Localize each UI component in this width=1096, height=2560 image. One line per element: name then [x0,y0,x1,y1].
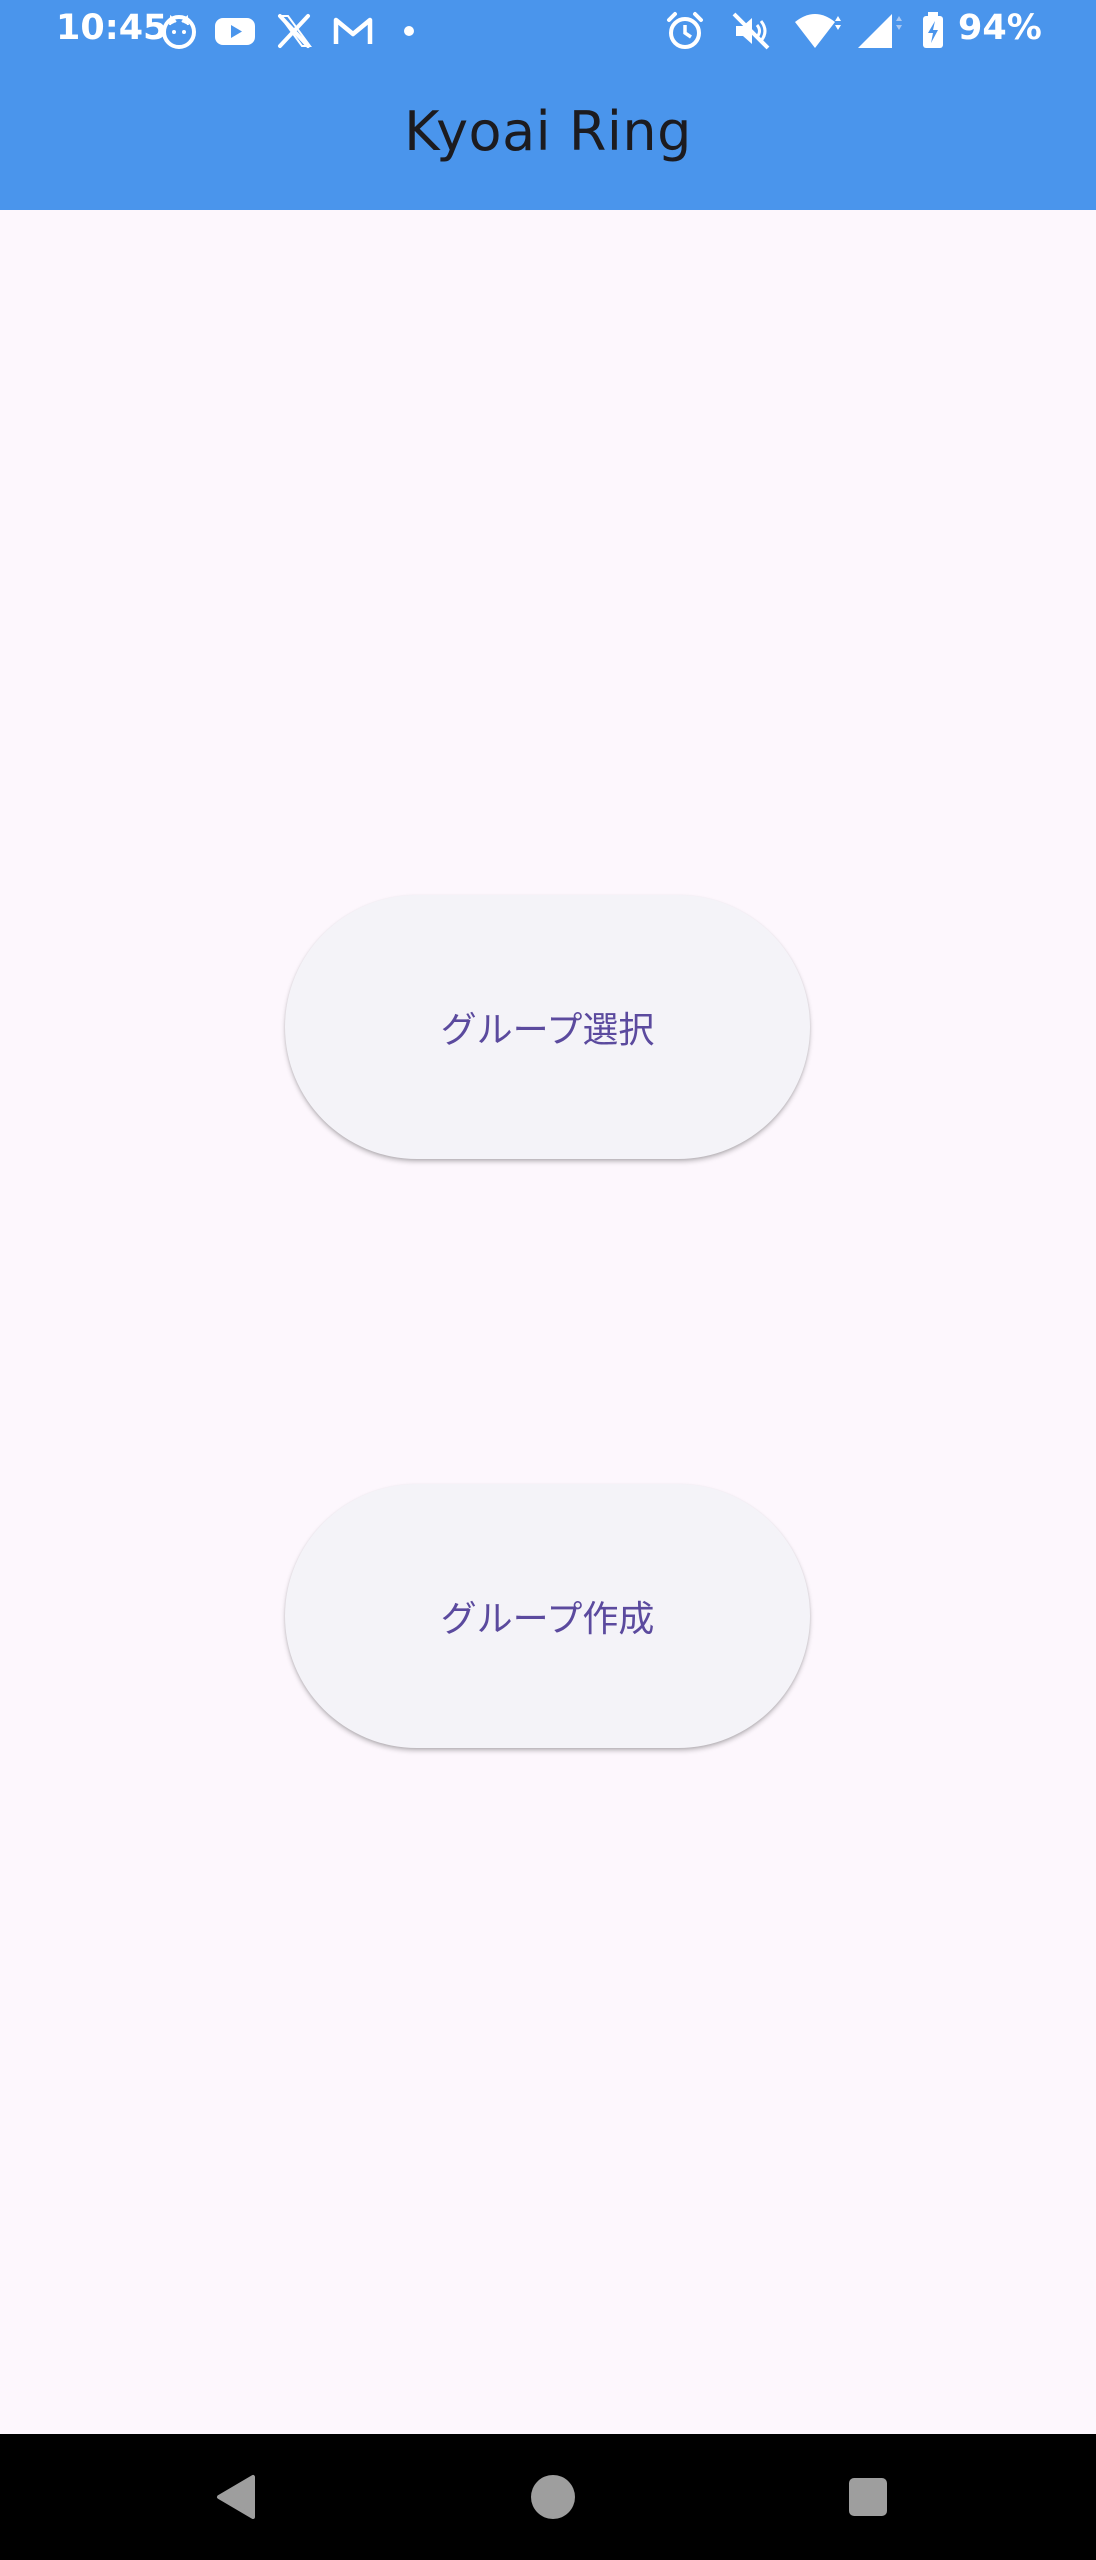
status-time: 10:45 [56,8,168,48]
select-group-button[interactable]: グループ選択 [285,895,810,1159]
battery-percentage: 94% [958,8,1042,48]
x-icon [272,8,318,54]
navigation-bar [0,2434,1096,2560]
mute-icon [728,8,774,54]
app-bar: Kyoai Ring [0,62,1096,210]
recents-icon[interactable] [808,2434,928,2560]
cat-app-icon [156,8,202,54]
alarm-icon [662,8,708,54]
back-icon[interactable] [178,2434,298,2560]
home-icon[interactable] [493,2434,613,2560]
dot-icon [386,8,432,54]
status-bar: 10:45 94% [0,0,1096,62]
gmail-icon [330,8,376,54]
youtube-icon [212,8,258,54]
create-group-button[interactable]: グループ作成 [285,1484,810,1748]
signal-icon [854,8,902,54]
app-title: Kyoai Ring [404,99,692,163]
wifi-icon [792,8,841,54]
